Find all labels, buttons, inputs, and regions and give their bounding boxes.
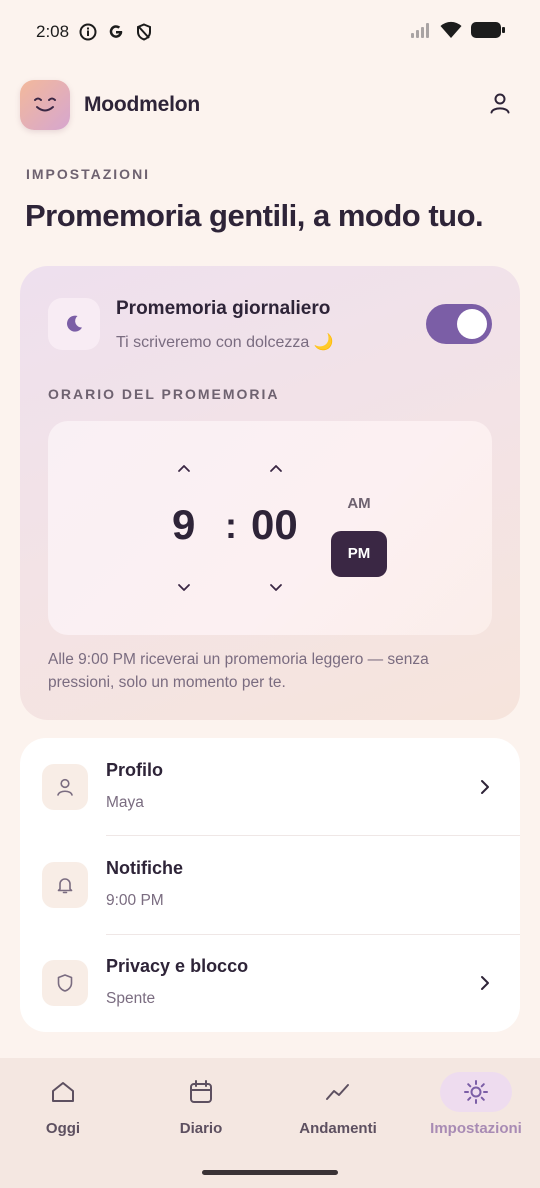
daily-reminder-card: Promemoria giornaliero Ti scriveremo con… bbox=[20, 266, 520, 720]
nav-item-impostazioni[interactable]: Impostazioni bbox=[411, 1072, 540, 1142]
settings-row-profile[interactable]: Profilo Maya bbox=[20, 738, 520, 836]
battery-icon bbox=[470, 21, 506, 44]
vpn-shield-icon bbox=[135, 23, 153, 41]
home-icon bbox=[27, 1072, 99, 1112]
status-bar: 2:08 bbox=[0, 0, 540, 64]
settings-sun-icon bbox=[440, 1072, 512, 1112]
hour-up-chevron-icon[interactable] bbox=[174, 461, 194, 475]
reminder-title: Promemoria giornaliero bbox=[116, 298, 331, 319]
row-title: Privacy e blocco bbox=[106, 956, 249, 976]
hour-value[interactable]: 9 bbox=[172, 501, 195, 549]
calendar-icon bbox=[165, 1072, 237, 1112]
status-time: 2:08 bbox=[36, 22, 70, 41]
chevron-right-icon bbox=[476, 974, 494, 992]
moon-icon bbox=[48, 298, 100, 350]
shield-icon bbox=[42, 960, 88, 1006]
time-picker: 9 : 00 AM PM bbox=[48, 421, 492, 635]
time-separator: : bbox=[225, 505, 237, 546]
pm-button[interactable]: PM bbox=[331, 531, 387, 577]
status-right bbox=[410, 21, 506, 44]
signal-icon bbox=[410, 22, 432, 43]
status-left: 2:08 bbox=[36, 22, 153, 42]
nav-label: Impostazioni bbox=[430, 1120, 522, 1137]
settings-row-privacy[interactable]: Privacy e blocco Spente bbox=[20, 934, 520, 1032]
nav-item-diario[interactable]: Diario bbox=[136, 1072, 266, 1142]
bottom-nav: Oggi Diario Andamenti Impostazioni bbox=[0, 1058, 540, 1188]
app-header: Moodmelon bbox=[20, 80, 520, 130]
row-value: 9:00 PM bbox=[106, 892, 164, 909]
user-icon bbox=[489, 92, 511, 119]
reminder-time-label: ORARIO DEL PROMEMORIA bbox=[48, 386, 280, 402]
home-indicator[interactable] bbox=[202, 1170, 338, 1175]
person-icon bbox=[42, 764, 88, 810]
row-value: Maya bbox=[106, 794, 144, 811]
reminder-toggle[interactable] bbox=[426, 304, 492, 344]
nav-label: Oggi bbox=[45, 1120, 81, 1137]
brand: Moodmelon bbox=[20, 80, 200, 130]
nav-item-oggi[interactable]: Oggi bbox=[0, 1072, 128, 1142]
reminder-note: Alle 9:00 PM riceverai un promemoria leg… bbox=[48, 651, 429, 691]
google-icon bbox=[107, 23, 125, 41]
settings-row-notifications[interactable]: Notifiche 9:00 PM bbox=[20, 836, 520, 934]
nav-label: Diario bbox=[179, 1120, 223, 1137]
wifi-icon bbox=[440, 21, 462, 44]
minute-up-chevron-icon[interactable] bbox=[266, 461, 286, 475]
chevron-right-icon bbox=[476, 778, 494, 796]
info-icon bbox=[79, 23, 97, 41]
toggle-knob bbox=[457, 309, 487, 339]
am-button[interactable]: AM bbox=[331, 493, 387, 515]
bell-icon bbox=[42, 862, 88, 908]
app-name: Moodmelon bbox=[84, 93, 201, 116]
settings-list: Profilo Maya Notifiche 9:00 PM Privacy e… bbox=[20, 738, 520, 1032]
smile-logo-icon bbox=[20, 80, 70, 130]
minute-down-chevron-icon[interactable] bbox=[266, 580, 286, 594]
row-title: Notifiche bbox=[106, 858, 184, 878]
account-button[interactable] bbox=[480, 85, 520, 125]
section-label: IMPOSTAZIONI bbox=[26, 166, 151, 182]
page-title: Promemoria gentili, a modo tuo. bbox=[25, 198, 484, 233]
row-title: Profilo bbox=[106, 760, 163, 780]
reminder-subtitle: Ti scriveremo con dolcezza 🌙 bbox=[116, 334, 334, 351]
row-value: Spente bbox=[106, 990, 156, 1007]
nav-label: Andamenti bbox=[299, 1120, 377, 1137]
hour-down-chevron-icon[interactable] bbox=[174, 580, 194, 594]
minute-value[interactable]: 00 bbox=[251, 501, 298, 549]
nav-item-andamenti[interactable]: Andamenti bbox=[273, 1072, 403, 1142]
trend-icon bbox=[302, 1072, 374, 1112]
